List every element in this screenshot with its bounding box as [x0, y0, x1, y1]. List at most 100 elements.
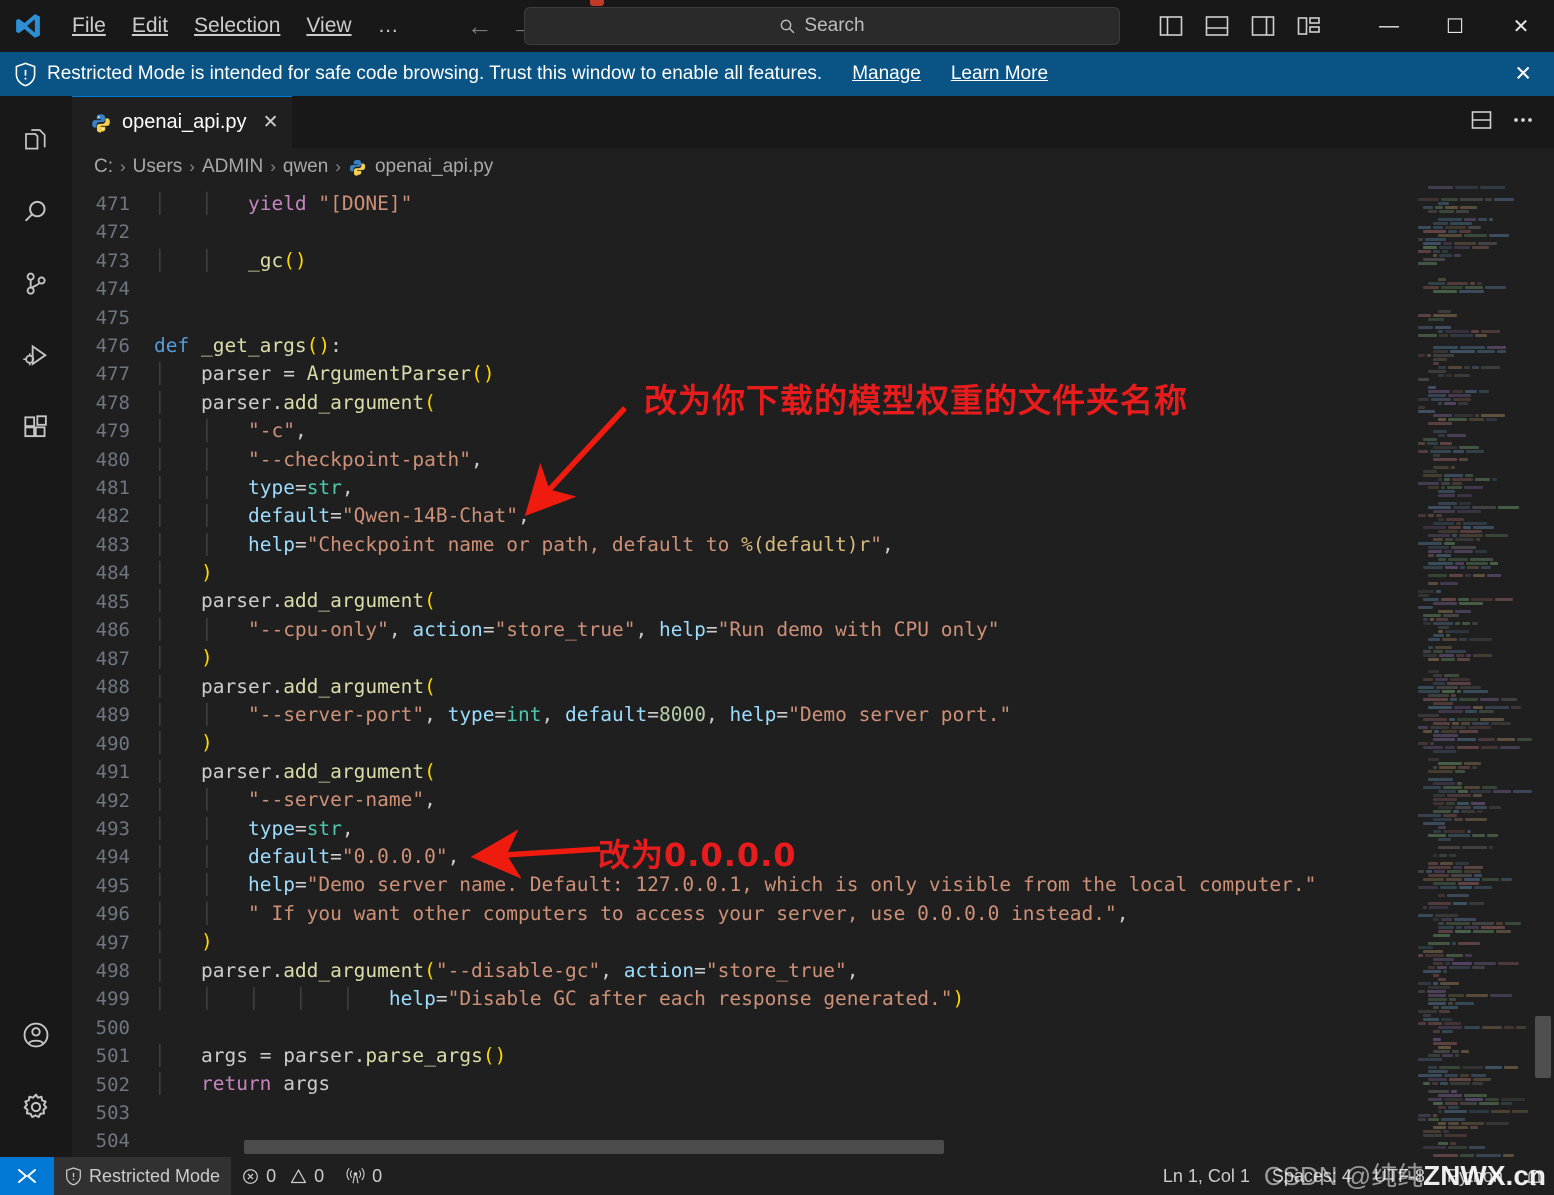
bell-icon — [1526, 1169, 1542, 1185]
code-line[interactable]: │ parser.add_argument( — [144, 389, 1554, 417]
breadcrumb-file-label: openai_api.py — [374, 156, 494, 177]
code-line[interactable] — [144, 304, 1554, 332]
sidebar-item-search[interactable] — [0, 176, 72, 248]
arrow-left-icon[interactable]: ← — [467, 13, 493, 39]
sidebar-item-run-and-debug[interactable] — [0, 320, 72, 392]
breadcrumb-item-users[interactable]: Users — [133, 156, 183, 178]
breadcrumb-item-drive[interactable]: C: — [94, 156, 113, 178]
horizontal-scrollbar-thumb[interactable] — [244, 1140, 944, 1154]
code-line[interactable]: │ return args — [144, 1070, 1554, 1098]
code-line[interactable]: │ │ "--server-port", type=int, default=8… — [144, 701, 1554, 729]
code-line[interactable]: │ args = parser.parse_args() — [144, 1042, 1554, 1070]
menu-edit[interactable]: Edit — [120, 10, 180, 42]
code-line[interactable]: def _get_args(): — [144, 332, 1554, 360]
code-editor[interactable]: 471 472 473 474 475 476 477 478 479 480 481 482 483 4… — [72, 186, 1554, 1157]
code-line[interactable]: │ ) — [144, 928, 1554, 956]
code-line[interactable]: │ │ "--cpu-only", action="store_true", h… — [144, 616, 1554, 644]
code-content[interactable]: │ │ yield "[DONE]" │ │ _gc()def _get_args… — [144, 186, 1554, 1157]
close-icon[interactable]: ✕ — [263, 111, 279, 134]
search-input[interactable]: Search — [524, 7, 1120, 45]
code-line[interactable]: │ parser.add_argument( — [144, 758, 1554, 786]
menu-file[interactable]: File — [60, 10, 118, 42]
vertical-scrollbar[interactable] — [1532, 186, 1554, 1157]
code-line[interactable]: │ │ yield "[DONE]" — [144, 190, 1554, 218]
code-line[interactable] — [144, 1013, 1554, 1041]
error-icon — [243, 1168, 258, 1184]
code-line[interactable]: │ │ type=str, — [144, 474, 1554, 502]
customize-layout-icon[interactable] — [1294, 11, 1324, 41]
code-line[interactable]: │ parser.add_argument( — [144, 587, 1554, 615]
code-line[interactable]: │ │ " If you want other computers to acc… — [144, 900, 1554, 928]
line-number: 473 — [95, 249, 130, 272]
breadcrumb-item-admin[interactable]: ADMIN — [202, 156, 263, 178]
remote-window-icon — [18, 1169, 36, 1183]
status-notifications[interactable] — [1514, 1157, 1554, 1195]
menu-more[interactable]: … — [366, 10, 411, 42]
code-line[interactable]: │ │ "--checkpoint-path", — [144, 446, 1554, 474]
sidebar-item-accounts[interactable] — [0, 999, 72, 1071]
status-ports[interactable]: 0 — [335, 1157, 393, 1195]
close-button[interactable]: ✕ — [1488, 0, 1554, 52]
toggle-primary-sidebar-icon[interactable] — [1156, 11, 1186, 41]
minimap[interactable] — [1414, 186, 1532, 1157]
status-restricted-mode[interactable]: Restricted Mode — [54, 1157, 232, 1195]
line-number: 497 — [95, 931, 130, 954]
menu-selection[interactable]: Selection — [182, 10, 292, 42]
code-line[interactable]: │ │ _gc() — [144, 247, 1554, 275]
code-line[interactable]: │ ) — [144, 644, 1554, 672]
sidebar-item-explorer[interactable] — [0, 104, 72, 176]
code-line[interactable] — [144, 275, 1554, 303]
toggle-panel-icon[interactable] — [1202, 11, 1232, 41]
banner-manage-link[interactable]: Manage — [852, 63, 921, 85]
banner-close-icon[interactable]: ✕ — [1514, 62, 1532, 87]
banner-learn-more-link[interactable]: Learn More — [951, 63, 1048, 85]
maximize-button[interactable]: ☐ — [1422, 0, 1488, 52]
toggle-secondary-sidebar-icon[interactable] — [1248, 11, 1278, 41]
sidebar-item-manage[interactable] — [0, 1071, 72, 1143]
tab-label: openai_api.py — [122, 111, 247, 133]
line-number: 487 — [95, 647, 130, 670]
code-line[interactable]: │ │ help="Demo server name. Default: 127… — [144, 871, 1554, 899]
code-line[interactable]: │ parser.add_argument("--disable-gc", ac… — [144, 957, 1554, 985]
status-bar-right: Ln 1, Col 1 Spaces: 4 UTF-8 Python — [1152, 1157, 1554, 1195]
status-cursor-position[interactable]: Ln 1, Col 1 — [1152, 1157, 1261, 1195]
python-file-icon — [92, 113, 110, 133]
code-line[interactable]: │ │ "-c", — [144, 417, 1554, 445]
search-icon — [24, 200, 46, 222]
line-number: 490 — [95, 732, 130, 755]
code-line[interactable]: │ │ default="0.0.0.0", — [144, 843, 1554, 871]
status-indentation[interactable]: Spaces: 4 — [1261, 1157, 1363, 1195]
horizontal-scrollbar[interactable] — [72, 1135, 1554, 1157]
ellipsis-icon[interactable] — [1510, 108, 1536, 137]
code-line[interactable] — [144, 218, 1554, 246]
status-language-mode[interactable]: Python — [1436, 1157, 1514, 1195]
line-number: 485 — [95, 590, 130, 613]
menu-bar[interactable]: File Edit Selection View … — [60, 10, 411, 42]
code-line[interactable]: │ │ │ │ │ help="Disable GC after each re… — [144, 985, 1554, 1013]
tab-openai-api-py[interactable]: openai_api.py ✕ — [72, 96, 293, 148]
status-error-count: 0 — [266, 1165, 277, 1186]
editor-group: openai_api.py ✕ C: › Users › ADMIN › qwe… — [72, 96, 1554, 1157]
code-line[interactable]: │ ) — [144, 559, 1554, 587]
code-line[interactable]: │ parser.add_argument( — [144, 673, 1554, 701]
code-line[interactable] — [144, 1099, 1554, 1127]
status-problems[interactable]: 0 0 — [231, 1157, 335, 1195]
vertical-scrollbar-thumb[interactable] — [1535, 1016, 1551, 1078]
code-line[interactable]: │ │ help="Checkpoint name or path, defau… — [144, 531, 1554, 559]
code-line[interactable]: │ │ "--server-name", — [144, 786, 1554, 814]
status-encoding[interactable]: UTF-8 — [1363, 1157, 1436, 1195]
line-number: 482 — [95, 505, 130, 528]
minimize-button[interactable]: — — [1356, 0, 1422, 52]
code-line[interactable]: │ │ default="Qwen-14B-Chat", — [144, 502, 1554, 530]
breadcrumb-item-file[interactable]: openai_api.py — [348, 156, 493, 178]
sidebar-item-extensions[interactable] — [0, 392, 72, 464]
remote-window-indicator[interactable] — [0, 1157, 54, 1195]
code-line[interactable]: │ ) — [144, 729, 1554, 757]
line-number: 479 — [95, 420, 130, 443]
code-line[interactable]: │ parser = ArgumentParser() — [144, 360, 1554, 388]
sidebar-item-source-control[interactable] — [0, 248, 72, 320]
code-line[interactable]: │ │ type=str, — [144, 815, 1554, 843]
breadcrumb-item-qwen[interactable]: qwen — [283, 156, 328, 178]
split-editor-icon[interactable] — [1469, 108, 1494, 137]
menu-view[interactable]: View — [294, 10, 363, 42]
